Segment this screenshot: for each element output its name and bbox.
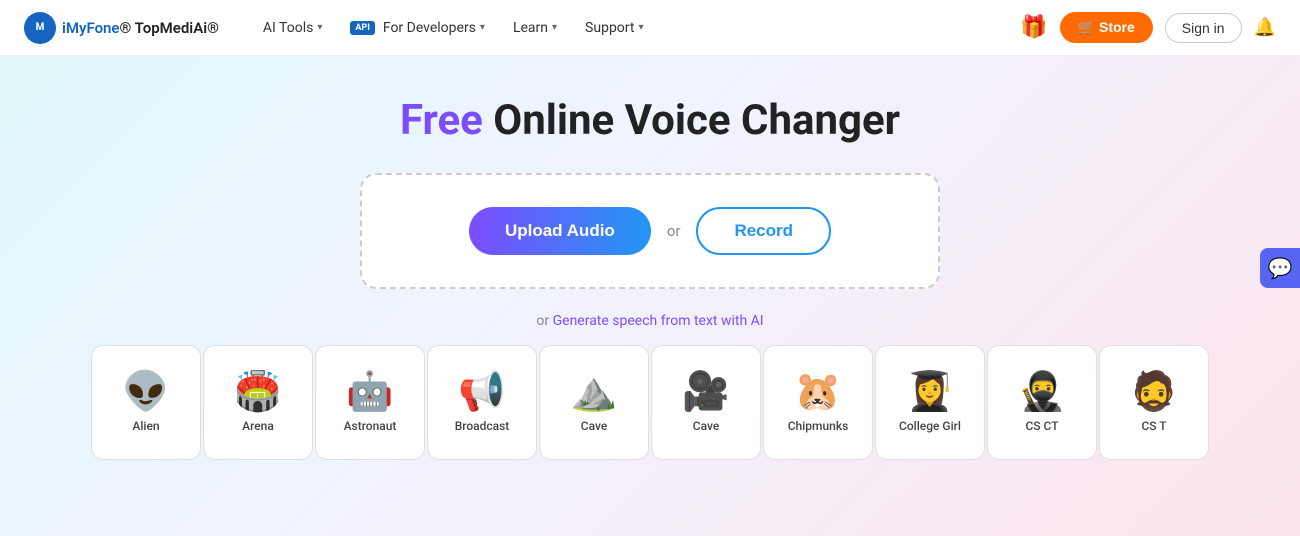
voice-label: CS T	[1141, 419, 1166, 433]
voice-icon: 👽	[122, 373, 169, 411]
main-nav: AI Tools ▾ API For Developers ▾ Learn ▾ …	[251, 14, 1020, 42]
voice-card[interactable]: 👽 Alien	[91, 345, 201, 460]
voice-label: Chipmunks	[788, 419, 849, 433]
voice-card[interactable]: 🧔 CS T	[1099, 345, 1209, 460]
upload-audio-button[interactable]: Upload Audio	[469, 207, 651, 255]
voice-card[interactable]: 📢 Broadcast	[427, 345, 537, 460]
voice-label: College Girl	[899, 419, 961, 433]
or-label: or	[667, 222, 681, 240]
nav-support[interactable]: Support ▾	[573, 14, 655, 42]
upload-box: Upload Audio or Record	[360, 173, 940, 289]
voice-icon: 🐹	[794, 373, 841, 411]
nav-developers[interactable]: API For Developers ▾	[338, 14, 497, 42]
voice-label: Arena	[242, 419, 274, 433]
record-button[interactable]: Record	[696, 207, 831, 255]
chevron-icon: ▾	[552, 22, 557, 33]
voice-icon: 📢	[458, 373, 505, 411]
generate-link-row: or Generate speech from text with AI	[536, 313, 763, 329]
voice-card[interactable]: 🏟️ Arena	[203, 345, 313, 460]
hero-title: Free Online Voice Changer	[400, 96, 900, 145]
header: M iMyFone® TopMediAi® AI Tools ▾ API For…	[0, 0, 1300, 56]
signin-button[interactable]: Sign in	[1165, 13, 1242, 43]
action-row: Upload Audio or Record	[469, 207, 831, 255]
logo-text: iMyFone® TopMediAi®	[62, 19, 219, 37]
chevron-icon: ▾	[480, 22, 485, 33]
voice-label: CS CT	[1025, 419, 1058, 433]
main-content: Free Online Voice Changer Upload Audio o…	[0, 56, 1300, 536]
voice-label: Cave	[581, 419, 608, 433]
logo-area[interactable]: M iMyFone® TopMediAi®	[24, 12, 219, 44]
chevron-icon: ▾	[638, 22, 643, 33]
voice-card[interactable]: 🤖 Astronaut	[315, 345, 425, 460]
generate-speech-link[interactable]: Generate speech from text with AI	[553, 313, 764, 329]
chevron-icon: ▾	[317, 22, 322, 33]
voice-icon: 🤖	[346, 373, 393, 411]
voice-card[interactable]: 👩‍🎓 College Girl	[875, 345, 985, 460]
voice-icon: 👩‍🎓	[906, 373, 953, 411]
nav-learn[interactable]: Learn ▾	[501, 14, 569, 42]
api-badge: API	[350, 21, 374, 35]
bell-icon[interactable]: 🔔	[1254, 17, 1276, 38]
voice-icon: ⛰️	[570, 373, 617, 411]
voice-label: Astronaut	[344, 419, 397, 433]
voice-card[interactable]: 🎥 Cave	[651, 345, 761, 460]
voice-label: Cave	[693, 419, 720, 433]
voice-icon: 🧔	[1130, 373, 1177, 411]
voice-card[interactable]: 🥷 CS CT	[987, 345, 1097, 460]
voice-card[interactable]: ⛰️ Cave	[539, 345, 649, 460]
voice-card-row: 👽Alien🏟️Arena🤖Astronaut📢Broadcast⛰️Cave🎥…	[0, 345, 1300, 460]
voice-label: Broadcast	[455, 419, 510, 433]
header-right: 🎁 🛒 Store Sign in 🔔	[1020, 12, 1276, 43]
discord-button[interactable]: 💬	[1260, 248, 1300, 288]
voice-label: Alien	[132, 419, 159, 433]
voice-card[interactable]: 🐹 Chipmunks	[763, 345, 873, 460]
voice-icon: 🎥	[682, 373, 729, 411]
nav-ai-tools[interactable]: AI Tools ▾	[251, 14, 334, 42]
logo-badge: M	[24, 12, 56, 44]
voice-icon: 🏟️	[234, 373, 281, 411]
gift-icon[interactable]: 🎁	[1020, 15, 1047, 40]
voice-icon: 🥷	[1018, 373, 1065, 411]
store-button[interactable]: 🛒 Store	[1060, 12, 1153, 43]
